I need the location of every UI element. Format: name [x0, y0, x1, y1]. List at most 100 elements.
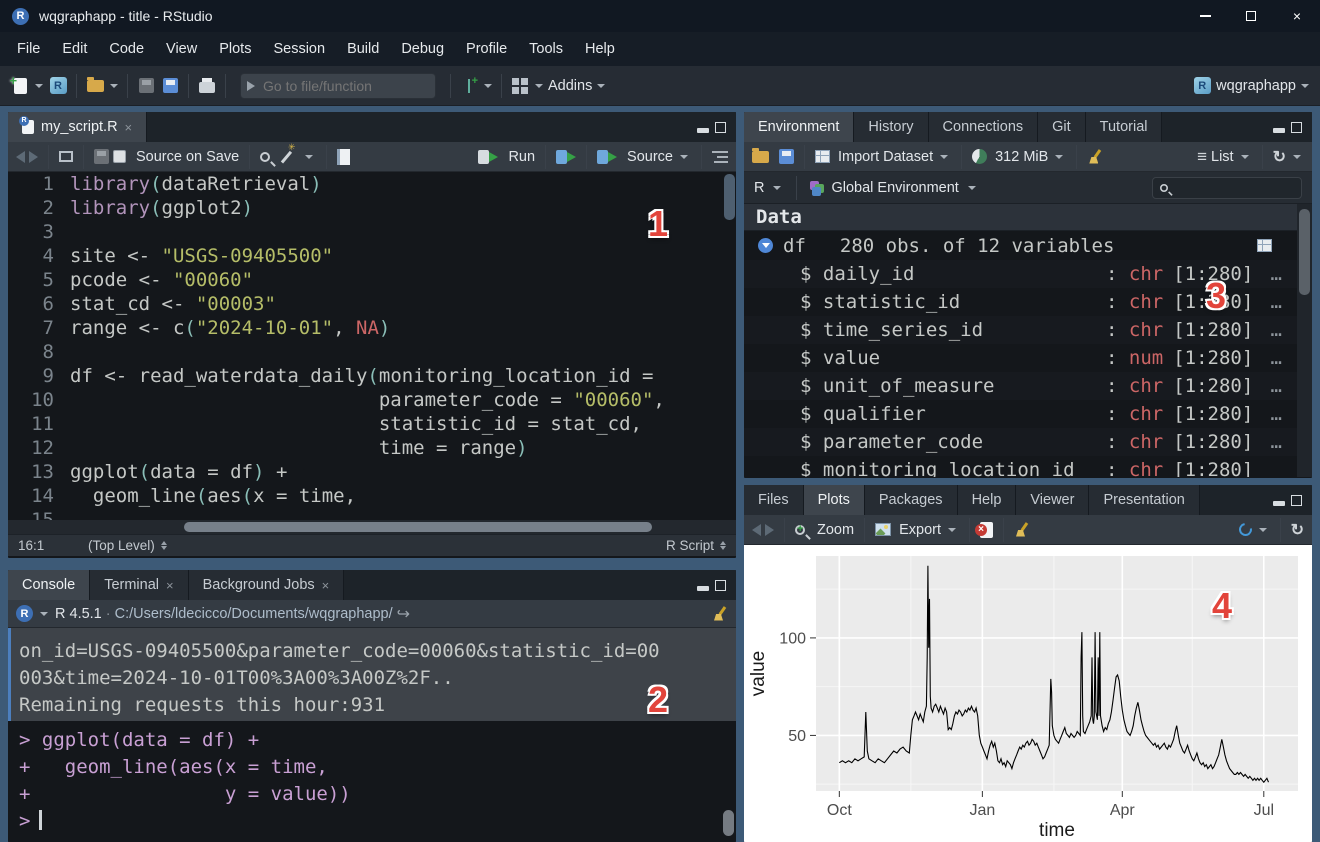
refresh-plot-icon[interactable]: ↻: [1291, 520, 1304, 540]
export-dropdown-icon[interactable]: [948, 528, 956, 532]
environment-dropdown-icon[interactable]: [968, 186, 976, 190]
goto-file-box[interactable]: [240, 73, 436, 99]
rerun-arrow-icon[interactable]: [567, 152, 576, 162]
publish-dropdown-icon[interactable]: [1259, 528, 1267, 532]
find-replace-icon[interactable]: [260, 152, 270, 162]
new-file-button[interactable]: +: [8, 74, 32, 98]
back-icon[interactable]: [16, 151, 25, 163]
new-project-button[interactable]: R: [46, 74, 70, 98]
minimize-pane-icon[interactable]: [697, 128, 709, 133]
maximize-button[interactable]: [1228, 0, 1274, 32]
tab-presentation[interactable]: Presentation: [1089, 485, 1199, 515]
tab-terminal[interactable]: Terminal×: [90, 570, 188, 600]
panes-dropdown-icon[interactable]: [535, 84, 543, 88]
tab-my-script[interactable]: my_script.R ×: [8, 112, 147, 142]
environment-field-row[interactable]: $ time_series_id: chr[1:280]…: [744, 316, 1312, 344]
forward-icon[interactable]: [29, 151, 38, 163]
previous-plot-icon[interactable]: [752, 524, 761, 536]
source-button[interactable]: Source: [627, 149, 673, 165]
minimize-pane-icon[interactable]: [697, 586, 709, 591]
environment-field-row[interactable]: $ qualifier: chr[1:280]…: [744, 400, 1312, 428]
open-new-window-icon[interactable]: [59, 151, 73, 162]
addins-button[interactable]: Addins: [548, 78, 592, 94]
scope-updown-icon[interactable]: [161, 541, 167, 550]
tab-tutorial[interactable]: Tutorial: [1086, 112, 1163, 142]
menu-plots[interactable]: Plots: [208, 35, 262, 63]
tab-packages[interactable]: Packages: [865, 485, 958, 515]
remove-plot-icon[interactable]: [980, 522, 993, 538]
tab-help[interactable]: Help: [958, 485, 1017, 515]
tab-history[interactable]: History: [854, 112, 928, 142]
tab-viewer[interactable]: Viewer: [1016, 485, 1089, 515]
file-type-selector[interactable]: R Script: [666, 538, 714, 553]
environment-field-row[interactable]: $ daily_id: chr[1:280]…: [744, 260, 1312, 288]
filetype-updown-icon[interactable]: [720, 541, 726, 550]
open-recent-dropdown-icon[interactable]: [110, 84, 118, 88]
save-button[interactable]: [134, 74, 158, 98]
version-control-dropdown-icon[interactable]: [484, 84, 492, 88]
menu-tools[interactable]: Tools: [518, 35, 574, 63]
menu-session[interactable]: Session: [262, 35, 336, 63]
export-plot-button[interactable]: Export: [899, 522, 941, 538]
close-tab-icon[interactable]: ×: [125, 120, 133, 135]
workspace-panes-button[interactable]: [508, 74, 532, 98]
maximize-pane-icon[interactable]: [1291, 495, 1302, 506]
environment-field-row[interactable]: $ statistic_id: chr[1:280]…: [744, 288, 1312, 316]
expand-df-icon[interactable]: [758, 238, 773, 253]
maximize-pane-icon[interactable]: [715, 580, 726, 591]
console-scrollbar[interactable]: [723, 810, 734, 836]
menu-file[interactable]: File: [6, 35, 51, 63]
language-selector[interactable]: R: [754, 180, 764, 196]
load-workspace-icon[interactable]: [752, 151, 769, 163]
goto-file-input[interactable]: [263, 78, 423, 94]
minimize-button[interactable]: [1182, 0, 1228, 32]
project-menu-button[interactable]: wqgraphapp: [1216, 78, 1296, 94]
compile-report-icon[interactable]: [337, 149, 350, 165]
source-dropdown-icon[interactable]: [680, 155, 688, 159]
print-button[interactable]: [195, 74, 219, 98]
save-script-icon[interactable]: [94, 149, 109, 164]
editor-vertical-scrollbar[interactable]: [724, 174, 735, 220]
close-button[interactable]: ×: [1274, 0, 1320, 32]
next-plot-icon[interactable]: [765, 524, 774, 536]
addins-dropdown-icon[interactable]: [597, 84, 605, 88]
refresh-environment-icon[interactable]: ↻: [1273, 147, 1286, 167]
clear-console-icon[interactable]: [712, 606, 728, 622]
code-editor[interactable]: 1library(dataRetrieval)2library(ggplot2)…: [8, 172, 736, 520]
zoom-plot-button[interactable]: Zoom: [817, 522, 854, 538]
editor-horizontal-scrollbar[interactable]: [8, 520, 736, 534]
list-dropdown-icon[interactable]: [1241, 155, 1249, 159]
console-output[interactable]: on_id=USGS-09405500&parameter_code=00060…: [8, 628, 736, 842]
view-table-icon[interactable]: [1257, 239, 1272, 252]
scope-indicator[interactable]: (Top Level): [88, 538, 155, 553]
close-tab-icon[interactable]: ×: [166, 578, 174, 593]
maximize-pane-icon[interactable]: [715, 122, 726, 133]
refresh-dropdown-icon[interactable]: [1293, 155, 1301, 159]
code-tools-button[interactable]: [274, 145, 298, 169]
environment-field-row[interactable]: $ parameter_code: chr[1:280]…: [744, 428, 1312, 456]
menu-debug[interactable]: Debug: [390, 35, 455, 63]
console-r-dropdown-icon[interactable]: [40, 612, 48, 616]
environment-search-input[interactable]: [1175, 180, 1275, 195]
menu-build[interactable]: Build: [336, 35, 390, 63]
tab-files[interactable]: Files: [744, 485, 804, 515]
environment-scrollbar[interactable]: [1299, 209, 1310, 295]
run-button[interactable]: Run: [508, 149, 535, 165]
environment-search-box[interactable]: [1152, 177, 1302, 199]
code-tools-dropdown-icon[interactable]: [305, 155, 313, 159]
open-file-button[interactable]: [83, 74, 107, 98]
save-workspace-icon[interactable]: [779, 149, 794, 164]
environment-selector[interactable]: Global Environment: [831, 180, 958, 196]
list-view-button[interactable]: List: [1211, 149, 1234, 165]
save-all-button[interactable]: [158, 74, 182, 98]
new-file-dropdown-icon[interactable]: [35, 84, 43, 88]
tab-environment[interactable]: Environment: [744, 112, 854, 142]
source-on-save-checkbox[interactable]: [113, 150, 126, 163]
minimize-pane-icon[interactable]: [1273, 501, 1285, 506]
df-object-row[interactable]: df 280 obs. of 12 variables: [744, 231, 1312, 260]
clear-environment-icon[interactable]: [1087, 149, 1103, 165]
menu-edit[interactable]: Edit: [51, 35, 98, 63]
environment-field-row[interactable]: $ unit_of_measure: chr[1:280]…: [744, 372, 1312, 400]
environment-field-row[interactable]: $ monitoring_location_id: chr[1:280]: [744, 456, 1312, 477]
project-dropdown-icon[interactable]: [1301, 84, 1309, 88]
